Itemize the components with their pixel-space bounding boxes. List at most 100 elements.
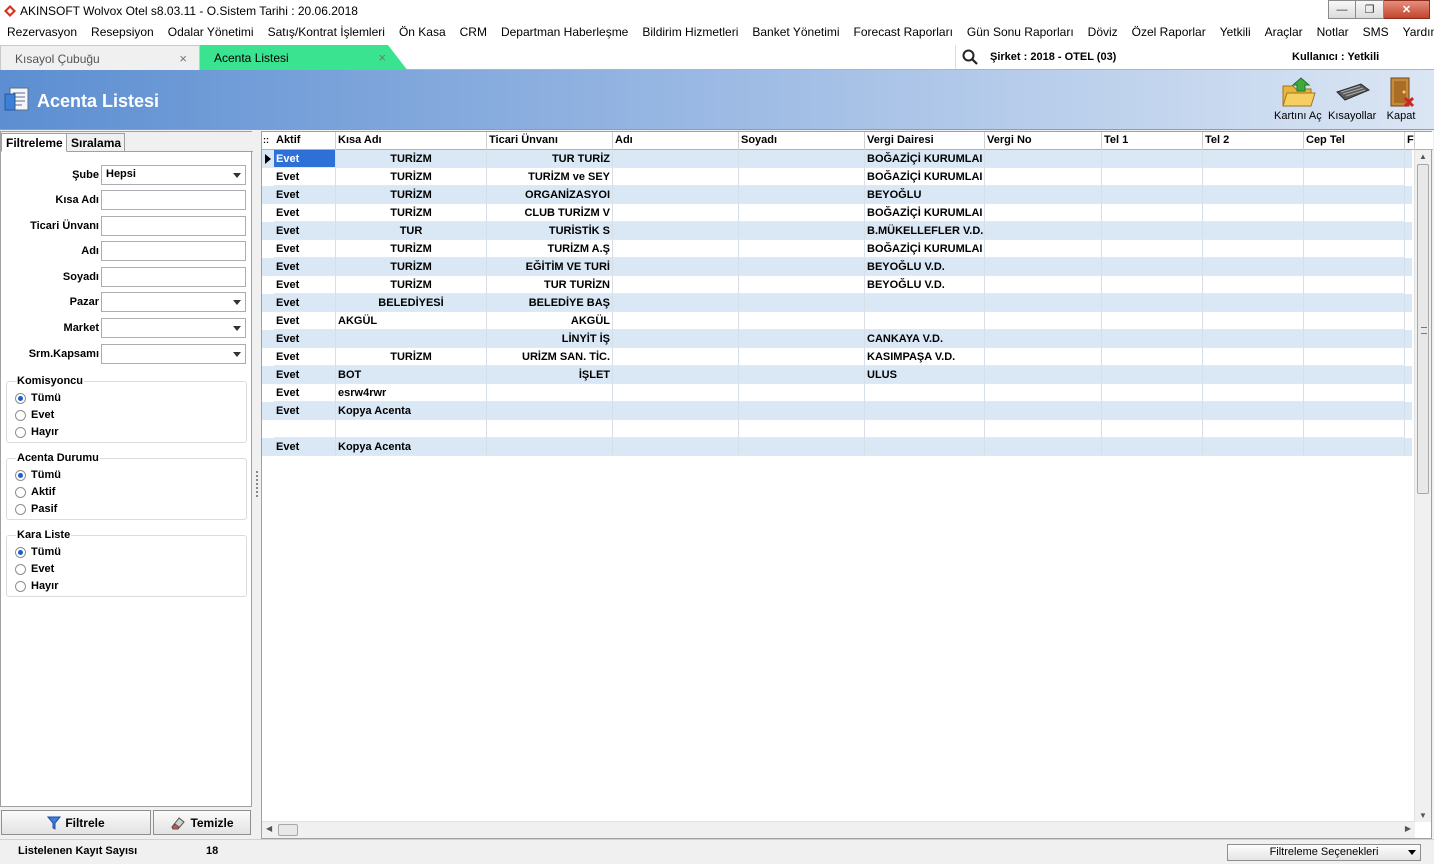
table-cell[interactable]: Evet — [274, 330, 336, 348]
kara-liste-radio-evet[interactable]: Evet — [15, 563, 54, 575]
scrollbar-thumb[interactable] — [278, 824, 298, 836]
table-cell[interactable] — [985, 222, 1102, 240]
kapat-button[interactable]: Kapat — [1386, 76, 1416, 122]
kartini-ac-button[interactable]: Kartını Aç — [1274, 76, 1322, 122]
table-cell[interactable]: Evet — [274, 312, 336, 330]
table-cell[interactable]: TUR TURİZ — [487, 150, 613, 168]
menu-forecast-raporlari[interactable]: Forecast Raporları — [847, 25, 960, 39]
table-cell[interactable] — [613, 420, 739, 438]
adi-input[interactable] — [101, 241, 246, 261]
table-cell[interactable]: Evet — [274, 204, 336, 222]
table-cell[interactable] — [1203, 330, 1304, 348]
table-cell[interactable] — [1203, 294, 1304, 312]
table-row[interactable]: Evet AKGÜL AKGÜL — [262, 312, 1412, 330]
table-cell[interactable] — [1304, 276, 1405, 294]
table-cell[interactable]: Evet — [274, 348, 336, 366]
kara-liste-radio-hayir[interactable]: Hayır — [15, 580, 59, 592]
table-cell[interactable] — [613, 438, 739, 456]
close-window-button[interactable]: ✕ — [1384, 0, 1430, 19]
table-cell[interactable] — [985, 168, 1102, 186]
table-cell[interactable] — [1203, 258, 1304, 276]
table-cell[interactable] — [985, 150, 1102, 168]
menu-notlar[interactable]: Notlar — [1310, 25, 1356, 39]
table-cell[interactable] — [613, 150, 739, 168]
table-row[interactable]: Evet TURİZM ORGANİZASYOI BEYOĞLU — [262, 186, 1412, 204]
table-cell[interactable] — [1304, 348, 1405, 366]
scroll-down-icon[interactable]: ▼ — [1419, 811, 1427, 820]
table-cell[interactable]: KASIMPAŞA V.D. — [865, 348, 985, 366]
filtrele-button[interactable]: Filtrele — [1, 810, 151, 835]
table-cell[interactable]: TURİZM — [336, 150, 487, 168]
table-cell[interactable]: CLUB TURİZM V — [487, 204, 613, 222]
menu-on-kasa[interactable]: Ön Kasa — [392, 25, 453, 39]
table-cell[interactable]: Evet — [274, 384, 336, 402]
table-cell[interactable] — [1102, 384, 1203, 402]
table-cell[interactable] — [1102, 276, 1203, 294]
table-cell[interactable]: TURİZM ve SEY — [487, 168, 613, 186]
column-header[interactable]: Cep Tel — [1304, 132, 1405, 150]
table-cell[interactable] — [336, 420, 487, 438]
table-cell[interactable] — [739, 240, 865, 258]
table-cell[interactable] — [1102, 294, 1203, 312]
table-cell[interactable] — [739, 168, 865, 186]
table-cell[interactable] — [1102, 150, 1203, 168]
table-cell[interactable] — [613, 276, 739, 294]
table-cell[interactable] — [1304, 258, 1405, 276]
table-cell[interactable] — [865, 402, 985, 420]
table-cell[interactable]: İŞLET — [487, 366, 613, 384]
table-cell[interactable] — [739, 420, 865, 438]
menu-resepsiyon[interactable]: Resepsiyon — [84, 25, 161, 39]
table-cell[interactable] — [1304, 384, 1405, 402]
column-header[interactable]: Aktif — [274, 132, 336, 150]
table-cell[interactable] — [739, 186, 865, 204]
table-cell[interactable] — [1304, 420, 1405, 438]
table-cell[interactable]: TUR TURİZN — [487, 276, 613, 294]
minimize-button[interactable]: — — [1328, 0, 1356, 19]
table-cell[interactable] — [487, 420, 613, 438]
table-cell[interactable]: TUR — [336, 222, 487, 240]
table-cell[interactable] — [1203, 168, 1304, 186]
filtreleme-secenekleri-dropdown[interactable]: Filtreleme Seçenekleri — [1227, 844, 1421, 861]
table-cell[interactable]: BOĞAZİÇİ KURUMLAI — [865, 204, 985, 222]
table-cell[interactable] — [1203, 402, 1304, 420]
column-header[interactable]: Vergi Dairesi — [865, 132, 985, 150]
table-cell[interactable] — [1304, 222, 1405, 240]
table-cell[interactable] — [1102, 420, 1203, 438]
table-cell[interactable] — [1102, 330, 1203, 348]
table-cell[interactable] — [985, 438, 1102, 456]
tab-siralama[interactable]: Sıralama — [67, 133, 125, 152]
table-cell[interactable] — [985, 330, 1102, 348]
menu-bildirim-hizmetleri[interactable]: Bildirim Hizmetleri — [635, 25, 745, 39]
column-header[interactable]: Soyadı — [739, 132, 865, 150]
grid-indicator-header[interactable]: :: — [262, 132, 274, 150]
table-cell[interactable] — [1304, 330, 1405, 348]
table-cell[interactable] — [865, 420, 985, 438]
table-cell[interactable] — [985, 186, 1102, 204]
table-row[interactable]: Evet TURİZM URİZM SAN. TİC. KASIMPAŞA V.D. — [262, 348, 1412, 366]
table-row[interactable]: Evet Kopya Acenta — [262, 438, 1412, 456]
table-cell[interactable] — [1203, 222, 1304, 240]
table-cell[interactable]: Evet — [274, 150, 336, 168]
table-cell[interactable] — [1304, 150, 1405, 168]
table-cell[interactable] — [865, 438, 985, 456]
menu-ozel-raporlar[interactable]: Özel Raporlar — [1125, 25, 1213, 39]
table-cell[interactable] — [739, 294, 865, 312]
menu-satis-kontrat[interactable]: Satış/Kontrat İşlemleri — [261, 25, 392, 39]
table-cell[interactable]: BEYOĞLU V.D. — [865, 258, 985, 276]
table-cell[interactable]: LİNYİT İŞ — [487, 330, 613, 348]
table-cell[interactable] — [613, 312, 739, 330]
table-cell[interactable] — [985, 366, 1102, 384]
table-cell[interactable] — [613, 294, 739, 312]
menu-odalar-yonetimi[interactable]: Odalar Yönetimi — [161, 25, 261, 39]
table-cell[interactable] — [1203, 186, 1304, 204]
table-cell[interactable] — [739, 330, 865, 348]
table-cell[interactable] — [1304, 168, 1405, 186]
table-cell[interactable] — [985, 276, 1102, 294]
table-cell[interactable] — [613, 204, 739, 222]
menu-sms[interactable]: SMS — [1356, 25, 1396, 39]
table-cell[interactable]: EĞİTİM VE TURİ — [487, 258, 613, 276]
srm-kapsami-select[interactable] — [101, 344, 246, 364]
table-cell[interactable] — [613, 402, 739, 420]
table-cell[interactable] — [865, 312, 985, 330]
table-cell[interactable] — [613, 186, 739, 204]
